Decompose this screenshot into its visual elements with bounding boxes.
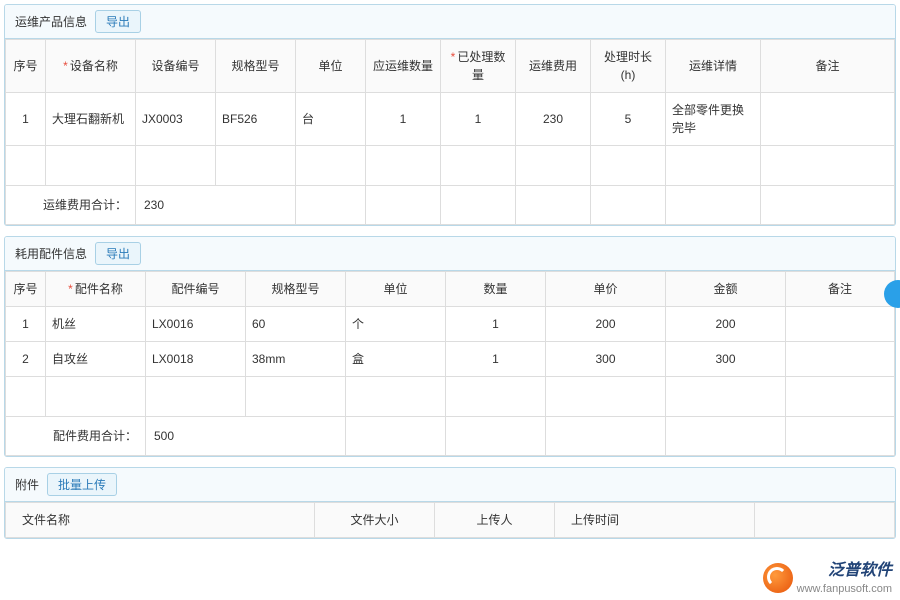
cell-unit: 盒 bbox=[346, 342, 446, 377]
cell-amount: 300 bbox=[666, 342, 786, 377]
cell-should: 1 bbox=[366, 93, 441, 146]
brand-url: www.fanpusoft.com bbox=[797, 582, 892, 596]
col-amount: 金额 bbox=[666, 272, 786, 307]
col-seq: 序号 bbox=[6, 40, 46, 93]
cell-fee: 230 bbox=[516, 93, 591, 146]
cell-name: 机丝 bbox=[46, 307, 146, 342]
col-unit: 单位 bbox=[296, 40, 366, 93]
col-hours: 处理时长(h) bbox=[591, 40, 666, 93]
parts-table: 序号 *配件名称 配件编号 规格型号 单位 数量 单价 金额 备注 1 机丝 L… bbox=[5, 271, 895, 456]
cell-amount: 200 bbox=[666, 307, 786, 342]
maintenance-table: 序号 *设备名称 设备编号 规格型号 单位 应运维数量 *已处理数量 运维费用 … bbox=[5, 39, 895, 225]
cell-qty: 1 bbox=[446, 307, 546, 342]
panel-header: 运维产品信息 导出 bbox=[5, 5, 895, 39]
cell-unit: 台 bbox=[296, 93, 366, 146]
parts-panel: 耗用配件信息 导出 序号 *配件名称 配件编号 规格型号 单位 数量 单价 金额… bbox=[4, 236, 896, 457]
table-header-row: 序号 *配件名称 配件编号 规格型号 单位 数量 单价 金额 备注 bbox=[6, 272, 895, 307]
maintenance-products-panel: 运维产品信息 导出 序号 *设备名称 设备编号 规格型号 单位 应运维数量 *已… bbox=[4, 4, 896, 226]
required-icon: * bbox=[451, 50, 456, 64]
cell-spec: 38mm bbox=[246, 342, 346, 377]
cell-seq: 1 bbox=[6, 93, 46, 146]
cell-remark bbox=[786, 307, 895, 342]
export-button[interactable]: 导出 bbox=[95, 242, 141, 265]
spacer-row bbox=[6, 146, 895, 186]
cell-unit: 个 bbox=[346, 307, 446, 342]
cell-name: 大理石翻新机 bbox=[46, 93, 136, 146]
panel-title: 运维产品信息 bbox=[15, 13, 87, 30]
cell-remark bbox=[761, 93, 895, 146]
brand-name: 泛普软件 bbox=[797, 561, 892, 582]
col-device-code: 设备编号 bbox=[136, 40, 216, 93]
col-done-qty: *已处理数量 bbox=[441, 40, 516, 93]
bulk-upload-button[interactable]: 批量上传 bbox=[47, 473, 117, 496]
table-header-row: 文件名称 文件大小 上传人 上传时间 bbox=[6, 503, 895, 538]
table-row[interactable]: 1 大理石翻新机 JX0003 BF526 台 1 1 230 5 全部零件更换… bbox=[6, 93, 895, 146]
panel-title: 耗用配件信息 bbox=[15, 245, 87, 262]
cell-code: LX0016 bbox=[146, 307, 246, 342]
table-row[interactable]: 1 机丝 LX0016 60 个 1 200 200 bbox=[6, 307, 895, 342]
cell-qty: 1 bbox=[446, 342, 546, 377]
required-icon: * bbox=[68, 282, 73, 296]
col-uploader: 上传人 bbox=[435, 503, 555, 538]
export-button[interactable]: 导出 bbox=[95, 10, 141, 33]
table-header-row: 序号 *设备名称 设备编号 规格型号 单位 应运维数量 *已处理数量 运维费用 … bbox=[6, 40, 895, 93]
cell-seq: 1 bbox=[6, 307, 46, 342]
required-icon: * bbox=[63, 59, 68, 73]
col-blank bbox=[755, 503, 895, 538]
sum-label: 运维费用合计： bbox=[6, 186, 136, 225]
cell-remark bbox=[786, 342, 895, 377]
panel-header: 附件 批量上传 bbox=[5, 468, 895, 502]
cell-price: 200 bbox=[546, 307, 666, 342]
col-qty: 数量 bbox=[446, 272, 546, 307]
spacer-row bbox=[6, 377, 895, 417]
cell-detail: 全部零件更换完毕 bbox=[666, 93, 761, 146]
attachments-table: 文件名称 文件大小 上传人 上传时间 bbox=[5, 502, 895, 538]
logo-icon bbox=[763, 563, 793, 593]
sum-value: 500 bbox=[146, 417, 346, 456]
cell-seq: 2 bbox=[6, 342, 46, 377]
col-should-qty: 应运维数量 bbox=[366, 40, 441, 93]
table-row[interactable]: 2 自攻丝 LX0018 38mm 盒 1 300 300 bbox=[6, 342, 895, 377]
col-size: 文件大小 bbox=[315, 503, 435, 538]
col-remark: 备注 bbox=[761, 40, 895, 93]
cell-spec: BF526 bbox=[216, 93, 296, 146]
col-seq: 序号 bbox=[6, 272, 46, 307]
col-unit: 单位 bbox=[346, 272, 446, 307]
col-time: 上传时间 bbox=[555, 503, 755, 538]
cell-code: LX0018 bbox=[146, 342, 246, 377]
cell-code: JX0003 bbox=[136, 93, 216, 146]
cell-name: 自攻丝 bbox=[46, 342, 146, 377]
attachments-panel: 附件 批量上传 文件名称 文件大小 上传人 上传时间 bbox=[4, 467, 896, 539]
cell-done: 1 bbox=[441, 93, 516, 146]
brand-logo: 泛普软件 www.fanpusoft.com bbox=[763, 561, 892, 596]
col-detail: 运维详情 bbox=[666, 40, 761, 93]
sum-row: 运维费用合计： 230 bbox=[6, 186, 895, 225]
col-filename: 文件名称 bbox=[6, 503, 315, 538]
col-part-code: 配件编号 bbox=[146, 272, 246, 307]
panel-header: 耗用配件信息 导出 bbox=[5, 237, 895, 271]
col-fee: 运维费用 bbox=[516, 40, 591, 93]
cell-price: 300 bbox=[546, 342, 666, 377]
col-part-name: *配件名称 bbox=[46, 272, 146, 307]
col-spec: 规格型号 bbox=[246, 272, 346, 307]
col-spec: 规格型号 bbox=[216, 40, 296, 93]
col-price: 单价 bbox=[546, 272, 666, 307]
sum-value: 230 bbox=[136, 186, 296, 225]
cell-hours: 5 bbox=[591, 93, 666, 146]
cell-spec: 60 bbox=[246, 307, 346, 342]
col-device-name: *设备名称 bbox=[46, 40, 136, 93]
sum-label: 配件费用合计： bbox=[6, 417, 146, 456]
sum-row: 配件费用合计： 500 bbox=[6, 417, 895, 456]
panel-title: 附件 bbox=[15, 476, 39, 493]
col-remark: 备注 bbox=[786, 272, 895, 307]
